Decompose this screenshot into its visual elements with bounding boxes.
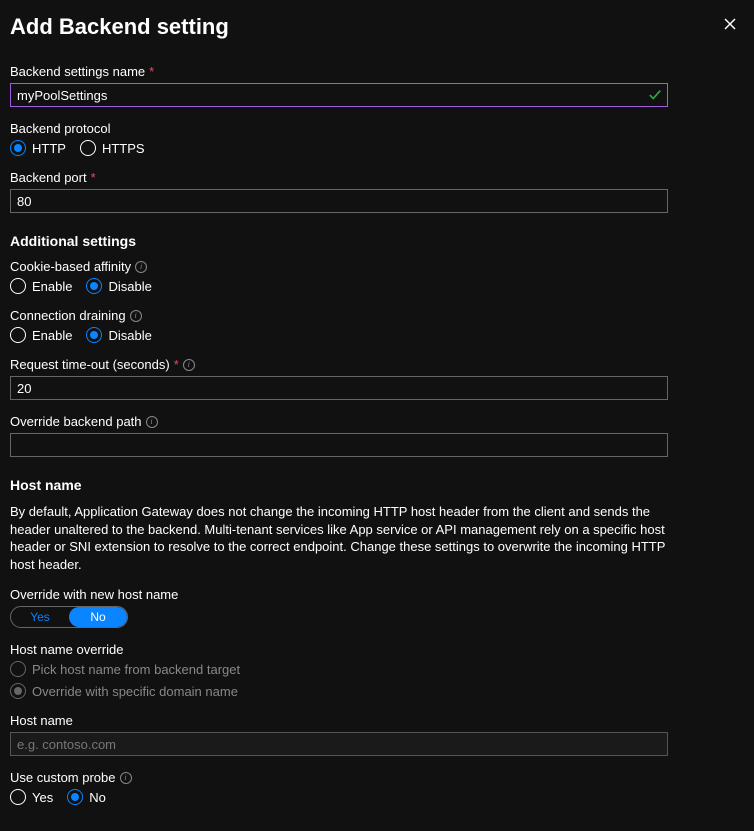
timeout-label: Request time-out (seconds): [10, 357, 170, 372]
custom-probe-radio-group: Yes No: [10, 789, 744, 805]
override-new-host-no[interactable]: No: [69, 607, 127, 627]
cookie-disable-radio[interactable]: Disable: [86, 278, 151, 294]
custom-probe-yes-radio[interactable]: Yes: [10, 789, 53, 805]
override-new-host-label: Override with new host name: [10, 587, 178, 602]
settings-name-label: Backend settings name: [10, 64, 145, 79]
close-icon: [724, 18, 736, 30]
protocol-label: Backend protocol: [10, 121, 110, 136]
hostname-from-backend-label: Pick host name from backend target: [32, 662, 240, 677]
required-indicator: *: [149, 64, 154, 79]
custom-probe-yes-label: Yes: [32, 790, 53, 805]
custom-probe-no-label: No: [89, 790, 106, 805]
additional-settings-title: Additional settings: [10, 233, 744, 249]
hostname-field-label: Host name: [10, 713, 73, 728]
port-input[interactable]: [10, 189, 668, 213]
cookie-enable-radio[interactable]: Enable: [10, 278, 72, 294]
protocol-http-label: HTTP: [32, 141, 66, 156]
protocol-radio-group: HTTP HTTPS: [10, 140, 744, 156]
hostname-override-label: Host name override: [10, 642, 123, 657]
cookie-affinity-radio-group: Enable Disable: [10, 278, 744, 294]
draining-disable-radio[interactable]: Disable: [86, 327, 151, 343]
info-icon[interactable]: i: [120, 772, 132, 784]
required-indicator: *: [174, 357, 179, 372]
protocol-https-radio[interactable]: HTTPS: [80, 140, 145, 156]
hostname-from-backend-radio: Pick host name from backend target: [10, 661, 240, 677]
protocol-https-label: HTTPS: [102, 141, 145, 156]
cookie-enable-label: Enable: [32, 279, 72, 294]
info-icon[interactable]: i: [135, 261, 147, 273]
override-new-host-yes[interactable]: Yes: [11, 607, 69, 627]
custom-probe-no-radio[interactable]: No: [67, 789, 106, 805]
custom-probe-label: Use custom probe: [10, 770, 116, 785]
draining-enable-label: Enable: [32, 328, 72, 343]
hostname-help-text: By default, Application Gateway does not…: [10, 503, 670, 573]
draining-enable-radio[interactable]: Enable: [10, 327, 72, 343]
hostname-specific-label: Override with specific domain name: [32, 684, 238, 699]
connection-draining-label: Connection draining: [10, 308, 126, 323]
override-path-input[interactable]: [10, 433, 668, 457]
port-label: Backend port: [10, 170, 87, 185]
override-path-label: Override backend path: [10, 414, 142, 429]
checkmark-icon: [648, 88, 662, 102]
info-icon[interactable]: i: [183, 359, 195, 371]
required-indicator: *: [91, 170, 96, 185]
hostname-override-radio-group: Pick host name from backend target Overr…: [10, 661, 744, 699]
info-icon[interactable]: i: [130, 310, 142, 322]
page-title: Add Backend setting: [10, 10, 229, 40]
hostname-section-title: Host name: [10, 477, 744, 493]
cookie-disable-label: Disable: [108, 279, 151, 294]
hostname-specific-radio: Override with specific domain name: [10, 683, 238, 699]
close-button[interactable]: [716, 10, 744, 38]
settings-name-input[interactable]: [10, 83, 668, 107]
cookie-affinity-label: Cookie-based affinity: [10, 259, 131, 274]
override-new-host-toggle: Yes No: [10, 606, 128, 628]
draining-disable-label: Disable: [108, 328, 151, 343]
protocol-http-radio[interactable]: HTTP: [10, 140, 66, 156]
info-icon[interactable]: i: [146, 416, 158, 428]
timeout-input[interactable]: [10, 376, 668, 400]
connection-draining-radio-group: Enable Disable: [10, 327, 744, 343]
hostname-input: [10, 732, 668, 756]
